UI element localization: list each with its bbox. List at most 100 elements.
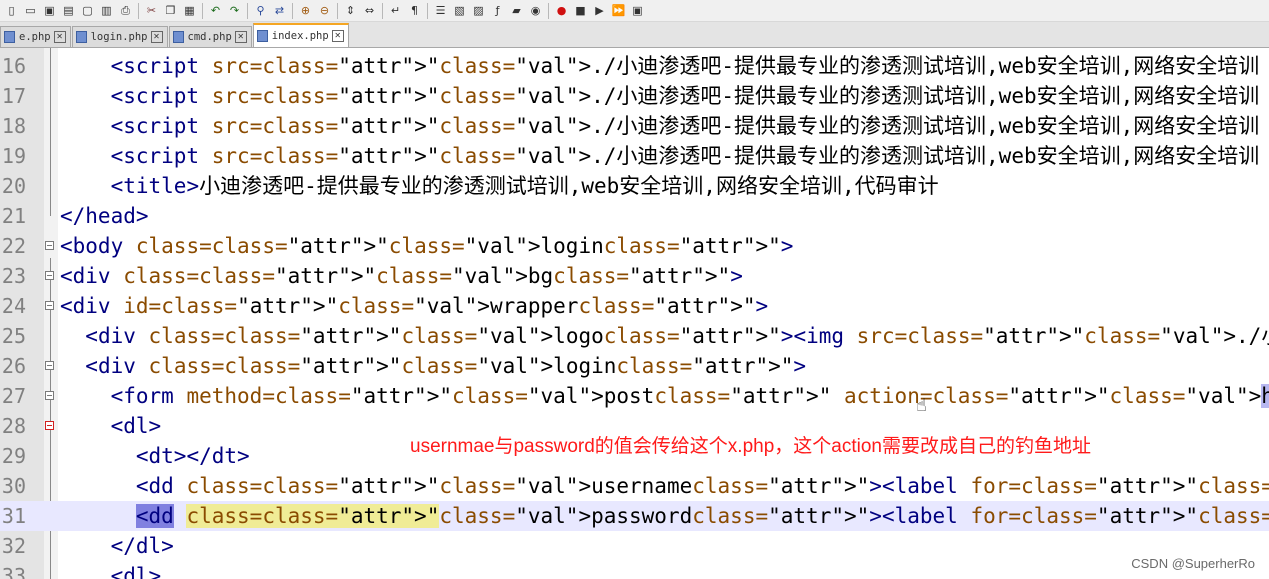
paste-icon[interactable]: ▦ <box>182 3 198 19</box>
open-file-icon[interactable]: ▭ <box>23 3 39 19</box>
save-all-icon[interactable]: ▤ <box>61 3 77 19</box>
fold-toggle-icon[interactable] <box>45 361 54 370</box>
play-macro-icon[interactable]: ▶ <box>592 3 608 19</box>
toolbar-separator <box>382 2 383 19</box>
code-text: </dl> <box>110 534 174 558</box>
replace-icon[interactable]: ⇄ <box>272 3 288 19</box>
code-line[interactable]: 26 <div class=class="attr">"class="val">… <box>0 351 1269 381</box>
code-line[interactable]: 27 <form method=class="attr">"class="val… <box>0 381 1269 411</box>
fold-toggle-icon[interactable] <box>45 271 54 280</box>
tab-index-php[interactable]: index.php ✕ <box>252 23 349 47</box>
code-line[interactable]: 31 <dd class=class="attr">"class="val">p… <box>0 501 1269 531</box>
tab-cmd-php[interactable]: cmd.php ✕ <box>168 26 252 47</box>
code-line[interactable]: 32 </dl> <box>0 531 1269 561</box>
code-line[interactable]: 20 <title>小迪渗透吧-提供最专业的渗透测试培训,web安全培训,网络安… <box>0 171 1269 201</box>
run-macro-multiple-icon[interactable]: ⏩ <box>611 3 627 19</box>
line-number: 32 <box>1 534 26 558</box>
line-number: 28 <box>1 414 26 438</box>
code-line[interactable]: 33 <dl> <box>0 561 1269 579</box>
code-editor[interactable]: 16 <script src=class="attr">"class="val"… <box>0 48 1269 579</box>
fold-toggle-icon[interactable] <box>45 301 54 310</box>
close-icon[interactable]: ▢ <box>80 3 96 19</box>
word-wrap-icon[interactable]: ↵ <box>388 3 404 19</box>
code-line[interactable]: 21 </head> <box>0 201 1269 231</box>
line-number: 19 <box>1 144 26 168</box>
code-line[interactable]: 16 <script src=class="attr">"class="val"… <box>0 51 1269 81</box>
fold-toggle-icon[interactable] <box>45 241 54 250</box>
close-tab-icon[interactable]: ✕ <box>53 31 66 43</box>
stop-macro-icon[interactable]: ■ <box>573 3 589 19</box>
print-icon[interactable]: ⎙ <box>118 3 134 19</box>
line-number: 31 <box>1 504 26 528</box>
php-file-icon <box>256 30 268 42</box>
code-text: <script src=class="attr">"class="val">./… <box>110 144 1260 168</box>
folder-icon[interactable]: ▰ <box>509 3 525 19</box>
tab-label: cmd.php <box>187 31 232 43</box>
code-text: <script src=class="attr">"class="val">./… <box>110 114 1260 138</box>
zoom-in-icon[interactable]: ⊕ <box>298 3 314 19</box>
fold-toggle-icon[interactable] <box>45 391 54 400</box>
record-macro-icon[interactable]: ● <box>554 3 570 19</box>
php-file-icon <box>75 31 87 43</box>
undo-icon[interactable]: ↶ <box>208 3 224 19</box>
code-text: <form method=class="attr">"class="val">p… <box>60 381 1269 411</box>
lang-icon[interactable]: ▧ <box>452 3 468 19</box>
doc-map-icon[interactable]: ▨ <box>471 3 487 19</box>
toolbar-separator <box>548 2 549 19</box>
selected-url: http://www.xiaodi8.com/1/x.php <box>1261 384 1269 408</box>
code-line[interactable]: 22 <body class=class="attr">"class="val">… <box>0 231 1269 261</box>
line-number: 24 <box>1 294 26 318</box>
code-line[interactable]: 25 <div class=class="attr">"class="val">… <box>0 321 1269 351</box>
toolbar-separator <box>202 2 203 19</box>
toolbar: ▯ ▭ ▣ ▤ ▢ ▥ ⎙ ✂ ❐ ▦ ↶ ↷ ⚲ ⇄ ⊕ ⊖ ⇕ ⇔ ↵ ¶ ☰ ▧ ▨ ƒ ▰ ◉ ● ■ ▶ ⏩ ▣ <box>0 0 1269 22</box>
code-text: <dt></dt> <box>135 444 250 468</box>
code-text: <div id=class="attr">"class="val">wrappe… <box>60 294 769 318</box>
code-line[interactable]: 24 <div id=class="attr">"class="val">wrap… <box>0 291 1269 321</box>
redo-icon[interactable]: ↷ <box>227 3 243 19</box>
sync-h-icon[interactable]: ⇔ <box>362 3 378 19</box>
code-text: <dl> <box>110 414 162 438</box>
close-all-icon[interactable]: ▥ <box>99 3 115 19</box>
code-line[interactable]: 23 <div class=class="attr">"class="val">b… <box>0 261 1269 291</box>
code-line[interactable]: 19 <script src=class="attr">"class="val"… <box>0 141 1269 171</box>
zoom-out-icon[interactable]: ⊖ <box>317 3 333 19</box>
tab-e-php[interactable]: e.php ✕ <box>0 26 71 47</box>
fold-toggle-icon[interactable] <box>45 421 54 430</box>
code-text: </head> <box>60 204 149 228</box>
indent-guide-icon[interactable]: ☰ <box>433 3 449 19</box>
show-all-chars-icon[interactable]: ¶ <box>407 3 423 19</box>
code-line[interactable]: 30 <dd class=class="attr">"class="val">u… <box>0 471 1269 501</box>
find-icon[interactable]: ⚲ <box>253 3 269 19</box>
close-tab-icon[interactable]: ✕ <box>234 31 247 43</box>
monitor-icon[interactable]: ◉ <box>528 3 544 19</box>
new-file-icon[interactable]: ▯ <box>4 3 20 19</box>
code-text: <dl> <box>110 564 162 579</box>
sync-v-icon[interactable]: ⇕ <box>343 3 359 19</box>
line-number: 25 <box>1 324 26 348</box>
tab-label: e.php <box>19 31 51 43</box>
save-macro-icon[interactable]: ▣ <box>630 3 646 19</box>
line-number: 33 <box>1 564 26 579</box>
close-tab-icon[interactable]: ✕ <box>150 31 163 43</box>
line-number: 21 <box>1 204 26 228</box>
line-number: 30 <box>1 474 26 498</box>
tab-login-php[interactable]: login.php ✕ <box>71 26 168 47</box>
code-line[interactable]: 18 <script src=class="attr">"class="val"… <box>0 111 1269 141</box>
save-icon[interactable]: ▣ <box>42 3 58 19</box>
toolbar-separator <box>292 2 293 19</box>
code-text: <div class=class="attr">"class="val">log… <box>85 354 807 378</box>
line-number: 17 <box>1 84 26 108</box>
line-number: 26 <box>1 354 26 378</box>
close-tab-icon[interactable]: ✕ <box>331 30 344 42</box>
code-line[interactable]: 17 <script src=class="attr">"class="val"… <box>0 81 1269 111</box>
code-text: <script src=class="attr">"class="val">./… <box>110 54 1260 78</box>
function-list-icon[interactable]: ƒ <box>490 3 506 19</box>
tab-bar: e.php ✕ login.php ✕ cmd.php ✕ index.php ✕ <box>0 22 1269 48</box>
watermark: CSDN @SuperherRo <box>1131 556 1255 571</box>
line-number: 27 <box>1 384 26 408</box>
code-text: <script src=class="attr">"class="val">./… <box>110 84 1260 108</box>
line-number: 22 <box>1 234 26 258</box>
copy-icon[interactable]: ❐ <box>163 3 179 19</box>
line-number: 20 <box>1 174 26 198</box>
cut-icon[interactable]: ✂ <box>144 3 160 19</box>
